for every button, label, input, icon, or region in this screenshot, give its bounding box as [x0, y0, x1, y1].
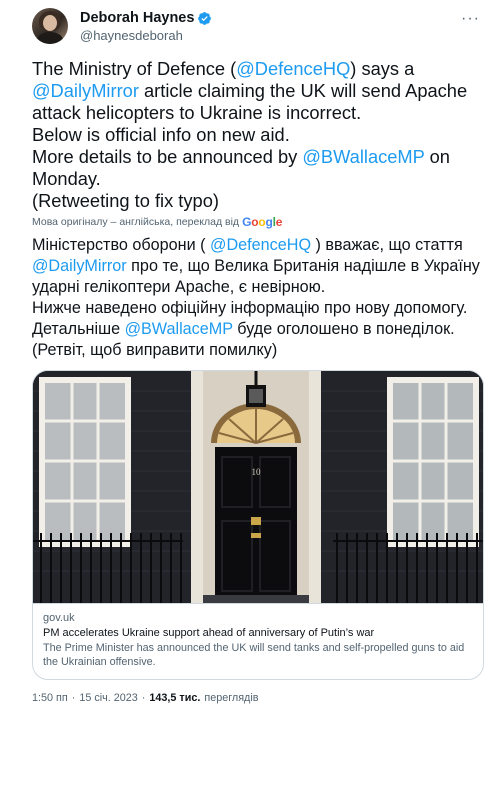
text-segment: ) вважає, що стаття	[311, 236, 468, 254]
views-count: 143,5 тис.	[149, 692, 201, 704]
translated-text: Міністерство оборони ( @DefenceHQ ) вваж…	[32, 235, 484, 361]
tweet-header: Deborah Haynes @haynesdeborah ···	[32, 0, 484, 52]
avatar-face	[43, 15, 57, 31]
translation-note-text: Мова оригіналу – англійська, переклад ві…	[32, 216, 240, 228]
mention-link[interactable]: @DefenceHQ	[236, 58, 350, 79]
author-avatar[interactable]	[32, 8, 68, 44]
text-segment: ) says a	[350, 58, 420, 79]
translation-note: Мова оригіналу – англійська, переклад ві…	[32, 215, 484, 229]
tweet-time[interactable]: 1:50 пп	[32, 692, 68, 704]
views-label: переглядів	[204, 692, 259, 704]
avatar-body	[37, 32, 63, 44]
mention-link[interactable]: @BWallaceMP	[125, 320, 233, 338]
door-number: 10	[252, 467, 262, 477]
tweet-footer: 1:50 пп · 15 січ. 2023 · 143,5 тис. пере…	[32, 692, 484, 704]
text-segment: Міністерство оборони (	[32, 236, 211, 254]
mention-link[interactable]: @DailyMirror	[32, 80, 139, 101]
footer-separator: ·	[141, 692, 146, 704]
author-handle[interactable]: @haynesdeborah	[80, 28, 212, 43]
more-dots-icon[interactable]: ···	[461, 10, 480, 28]
tweet-date[interactable]: 15 січ. 2023	[79, 692, 137, 704]
name-row: Deborah Haynes	[80, 10, 212, 26]
link-card[interactable]: 10 gov.uk PM accelerates Ukraine support…	[32, 370, 484, 680]
mention-link[interactable]: @DefenceHQ	[210, 236, 311, 254]
card-meta: gov.uk PM accelerates Ukraine support ah…	[33, 603, 483, 679]
tweet-text: The Ministry of Defence (@DefenceHQ) say…	[32, 58, 484, 212]
mention-link[interactable]: @BWallaceMP	[302, 146, 424, 167]
card-title[interactable]: PM accelerates Ukraine support ahead of …	[43, 627, 473, 639]
google-logo: Google	[242, 215, 283, 229]
card-description: The Prime Minister has announced the UK …	[43, 642, 465, 668]
card-image[interactable]: 10	[33, 371, 483, 603]
author-names: Deborah Haynes @haynesdeborah	[80, 8, 212, 43]
author-display-name[interactable]: Deborah Haynes	[80, 10, 194, 26]
tweet: Deborah Haynes @haynesdeborah ··· The Mi…	[0, 0, 501, 800]
footer-separator: ·	[71, 692, 76, 704]
mention-link[interactable]: @DailyMirror	[32, 257, 127, 275]
verified-badge-icon	[198, 11, 212, 25]
text-segment: The Ministry of Defence (	[32, 58, 237, 79]
downing-street-illustration: 10	[33, 371, 483, 603]
card-domain: gov.uk	[43, 612, 75, 624]
